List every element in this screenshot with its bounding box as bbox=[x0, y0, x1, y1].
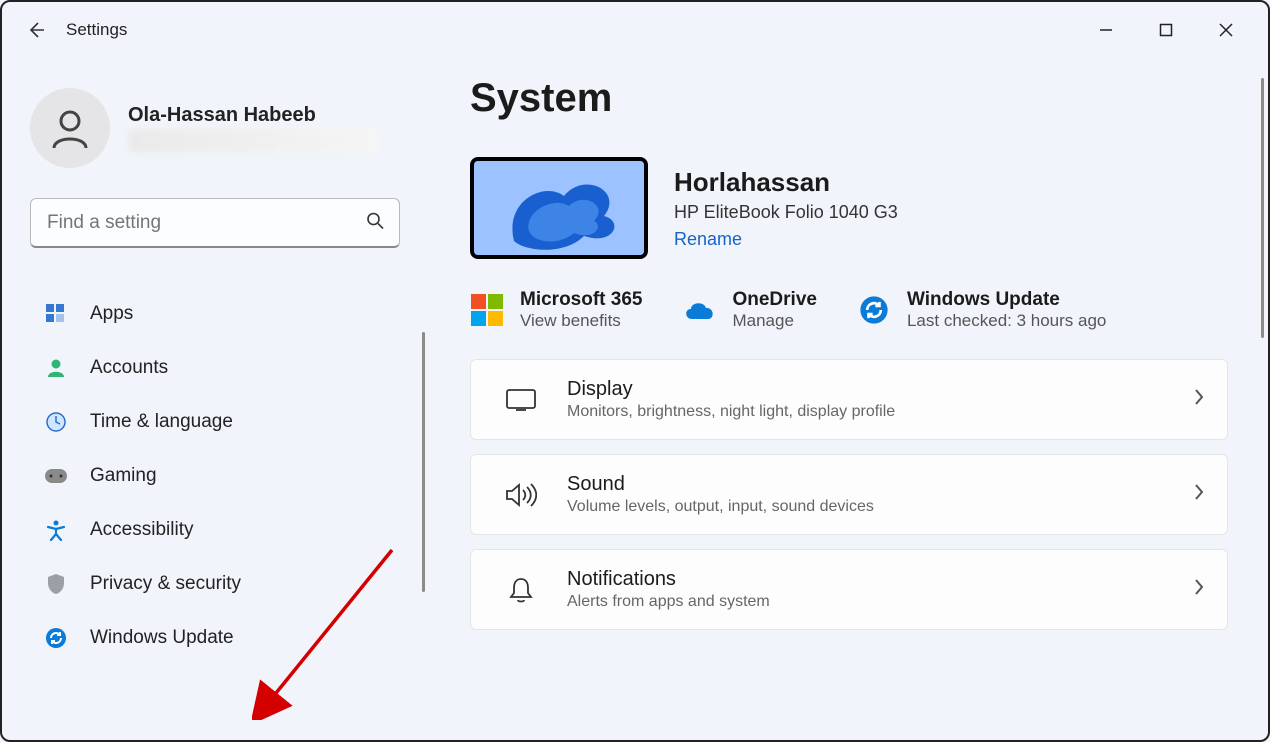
sidebar-item-label: Gaming bbox=[90, 465, 157, 487]
sidebar-item-label: Privacy & security bbox=[90, 573, 241, 595]
maximize-icon bbox=[1159, 23, 1173, 37]
close-icon bbox=[1219, 23, 1233, 37]
page-title: System bbox=[470, 76, 1228, 121]
accessibility-icon bbox=[44, 518, 68, 542]
cloud-icon bbox=[682, 293, 716, 327]
device-header: Horlahassan HP EliteBook Folio 1040 G3 R… bbox=[470, 157, 1228, 259]
account-name: Ola-Hassan Habeeb bbox=[128, 104, 400, 127]
search-icon bbox=[366, 212, 384, 235]
search-container bbox=[30, 198, 400, 248]
sidebar-item-apps[interactable]: Apps bbox=[30, 288, 400, 340]
card-title: Notifications bbox=[567, 568, 1193, 591]
device-thumbnail[interactable] bbox=[470, 157, 648, 259]
card-display[interactable]: Display Monitors, brightness, night ligh… bbox=[470, 359, 1228, 440]
tile-sub: View benefits bbox=[520, 311, 642, 331]
tile-onedrive[interactable]: OneDrive Manage bbox=[682, 289, 816, 331]
sidebar: Ola-Hassan Habeeb Apps Accounts bbox=[30, 58, 430, 740]
card-sub: Alerts from apps and system bbox=[567, 593, 1193, 611]
wallpaper-icon bbox=[474, 161, 644, 255]
sidebar-item-gaming[interactable]: Gaming bbox=[30, 450, 400, 502]
apps-icon bbox=[44, 302, 68, 326]
sidebar-item-label: Accounts bbox=[90, 357, 168, 379]
account-email-redacted bbox=[128, 129, 378, 153]
titlebar: Settings bbox=[2, 2, 1268, 58]
update-icon bbox=[44, 626, 68, 650]
card-sub: Monitors, brightness, night light, displ… bbox=[567, 403, 1193, 421]
rename-link[interactable]: Rename bbox=[674, 229, 898, 250]
main-content: System Horlahassan HP EliteBook Folio 10… bbox=[430, 58, 1268, 740]
tile-microsoft365[interactable]: Microsoft 365 View benefits bbox=[470, 289, 642, 331]
quick-tiles: Microsoft 365 View benefits OneDrive Man… bbox=[470, 289, 1228, 331]
main-scrollbar[interactable] bbox=[1261, 78, 1264, 338]
tile-sub: Manage bbox=[732, 311, 816, 331]
card-title: Sound bbox=[567, 473, 1193, 496]
sidebar-nav: Apps Accounts Time & language Gaming bbox=[30, 288, 400, 664]
card-notifications[interactable]: Notifications Alerts from apps and syste… bbox=[470, 549, 1228, 630]
bell-icon bbox=[501, 576, 541, 604]
sidebar-item-accessibility[interactable]: Accessibility bbox=[30, 504, 400, 556]
sidebar-item-label: Apps bbox=[90, 303, 133, 325]
sidebar-scrollbar[interactable] bbox=[422, 332, 425, 592]
close-button[interactable] bbox=[1196, 8, 1256, 52]
accounts-icon bbox=[44, 356, 68, 380]
back-button[interactable] bbox=[14, 8, 58, 52]
settings-cards: Display Monitors, brightness, night ligh… bbox=[470, 359, 1228, 630]
device-name: Horlahassan bbox=[674, 167, 898, 198]
card-sub: Volume levels, output, input, sound devi… bbox=[567, 498, 1193, 516]
sidebar-item-windows-update[interactable]: Windows Update bbox=[30, 612, 400, 664]
tile-sub: Last checked: 3 hours ago bbox=[907, 311, 1106, 331]
minimize-button[interactable] bbox=[1076, 8, 1136, 52]
chevron-right-icon bbox=[1193, 388, 1205, 411]
avatar bbox=[30, 88, 110, 168]
chevron-right-icon bbox=[1193, 578, 1205, 601]
sidebar-item-label: Accessibility bbox=[90, 519, 193, 541]
sidebar-item-label: Windows Update bbox=[90, 627, 234, 649]
tile-windows-update[interactable]: Windows Update Last checked: 3 hours ago bbox=[857, 289, 1106, 331]
card-title: Display bbox=[567, 378, 1193, 401]
clock-globe-icon bbox=[44, 410, 68, 434]
gaming-icon bbox=[44, 464, 68, 488]
arrow-left-icon bbox=[26, 20, 46, 40]
person-icon bbox=[48, 106, 92, 150]
display-icon bbox=[501, 389, 541, 411]
search-input[interactable] bbox=[30, 198, 400, 248]
sidebar-item-time-language[interactable]: Time & language bbox=[30, 396, 400, 448]
account-header[interactable]: Ola-Hassan Habeeb bbox=[30, 88, 400, 168]
microsoft-logo-icon bbox=[470, 293, 504, 327]
shield-icon bbox=[44, 572, 68, 596]
minimize-icon bbox=[1099, 23, 1113, 37]
chevron-right-icon bbox=[1193, 483, 1205, 506]
device-model: HP EliteBook Folio 1040 G3 bbox=[674, 202, 898, 223]
update-icon bbox=[857, 293, 891, 327]
app-title: Settings bbox=[66, 20, 127, 40]
maximize-button[interactable] bbox=[1136, 8, 1196, 52]
sidebar-item-label: Time & language bbox=[90, 411, 233, 433]
tile-title: OneDrive bbox=[732, 289, 816, 311]
card-sound[interactable]: Sound Volume levels, output, input, soun… bbox=[470, 454, 1228, 535]
sidebar-item-accounts[interactable]: Accounts bbox=[30, 342, 400, 394]
tile-title: Microsoft 365 bbox=[520, 289, 642, 311]
sidebar-item-privacy-security[interactable]: Privacy & security bbox=[30, 558, 400, 610]
tile-title: Windows Update bbox=[907, 289, 1106, 311]
sound-icon bbox=[501, 482, 541, 508]
